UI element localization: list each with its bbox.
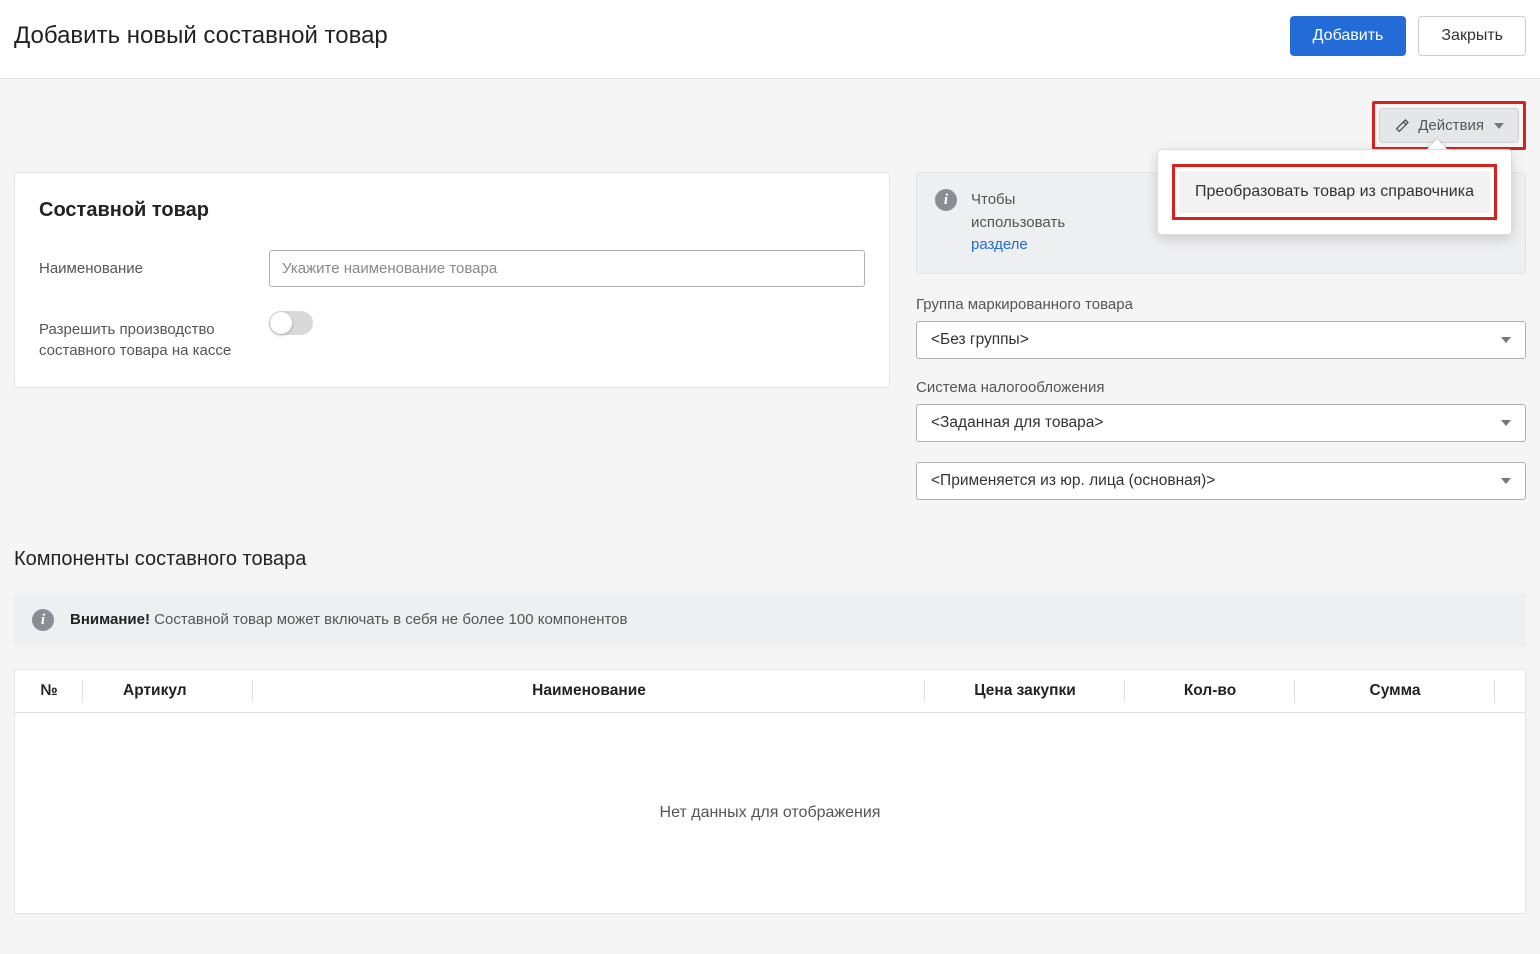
col-name[interactable]: Наименование <box>253 670 925 712</box>
col-tail <box>1495 670 1525 712</box>
group-value: <Без группы> <box>931 331 1029 349</box>
applied-field: <Применяется из юр. лица (основная)> <box>916 462 1526 500</box>
applied-select[interactable]: <Применяется из юр. лица (основная)> <box>916 462 1526 500</box>
table-header: № Артикул Наименование Цена закупки Кол-… <box>15 670 1525 713</box>
chevron-down-icon <box>1501 478 1511 484</box>
tax-label: Система налогообложения <box>916 379 1526 396</box>
highlight-dropdown-item: Преобразовать товар из справочника <box>1172 164 1497 220</box>
components-banner: i Внимание! Составной товар может включа… <box>14 593 1526 647</box>
info-mid: использовать <box>971 214 1065 231</box>
banner-text: Внимание! Составной товар может включать… <box>70 611 628 628</box>
content-area: Действия Преобразовать товар из справочн… <box>0 79 1540 954</box>
convert-from-catalog-item[interactable]: Преобразовать товар из справочника <box>1179 171 1490 213</box>
close-button[interactable]: Закрыть <box>1418 16 1526 56</box>
tax-value: <Заданная для товара> <box>931 414 1103 432</box>
info-text: Чтобы использовать разделе <box>971 189 1065 257</box>
popover-arrow <box>1427 139 1447 149</box>
group-label: Группа маркированного товара <box>916 296 1526 313</box>
info-link[interactable]: разделе <box>971 236 1028 253</box>
col-price[interactable]: Цена закупки <box>925 670 1125 712</box>
table-empty: Нет данных для отображения <box>15 713 1525 913</box>
allow-row: Разрешить производство составного товара… <box>39 311 865 361</box>
actions-button[interactable]: Действия <box>1379 108 1519 143</box>
highlight-actions: Действия <box>1372 101 1526 150</box>
components-section-title: Компоненты составного товара <box>14 548 1526 571</box>
popover-body: Преобразовать товар из справочника <box>1157 149 1512 235</box>
name-row: Наименование <box>39 250 865 287</box>
info-prefix: Чтобы <box>971 191 1015 208</box>
add-button[interactable]: Добавить <box>1290 16 1407 56</box>
col-qty[interactable]: Кол-во <box>1125 670 1295 712</box>
group-select[interactable]: <Без группы> <box>916 321 1526 359</box>
col-num[interactable]: № <box>15 670 83 712</box>
actions-label: Действия <box>1418 117 1484 134</box>
applied-value: <Применяется из юр. лица (основная)> <box>931 472 1215 490</box>
allow-label: Разрешить производство составного товара… <box>39 311 269 361</box>
chevron-down-icon <box>1501 420 1511 426</box>
actions-row: Действия Преобразовать товар из справочн… <box>14 101 1526 150</box>
page-title: Добавить новый составной товар <box>14 22 388 50</box>
name-label: Наименование <box>39 250 269 279</box>
left-column: Составной товар Наименование Разрешить п… <box>14 172 890 388</box>
tax-field: Система налогообложения <Заданная для то… <box>916 379 1526 442</box>
panel-title: Составной товар <box>39 199 865 222</box>
col-sum[interactable]: Сумма <box>1295 670 1495 712</box>
group-field: Группа маркированного товара <Без группы… <box>916 296 1526 359</box>
actions-dropdown: Преобразовать товар из справочника <box>1157 149 1512 235</box>
allow-production-toggle[interactable] <box>269 311 313 335</box>
toggle-knob <box>270 312 292 334</box>
name-input[interactable] <box>269 250 865 287</box>
hammer-icon <box>1394 118 1410 134</box>
allow-control <box>269 311 865 335</box>
tax-select[interactable]: <Заданная для товара> <box>916 404 1526 442</box>
page-header: Добавить новый составной товар Добавить … <box>0 0 1540 79</box>
banner-bold: Внимание! <box>70 611 150 628</box>
chevron-down-icon <box>1494 123 1504 129</box>
chevron-down-icon <box>1501 337 1511 343</box>
banner-rest: Составной товар может включать в себя не… <box>150 611 628 628</box>
name-control <box>269 250 865 287</box>
info-icon: i <box>935 189 957 211</box>
info-icon: i <box>32 609 54 631</box>
col-article[interactable]: Артикул <box>83 670 253 712</box>
compound-product-panel: Составной товар Наименование Разрешить п… <box>14 172 890 388</box>
components-table: № Артикул Наименование Цена закупки Кол-… <box>14 669 1526 914</box>
header-buttons: Добавить Закрыть <box>1290 16 1526 56</box>
